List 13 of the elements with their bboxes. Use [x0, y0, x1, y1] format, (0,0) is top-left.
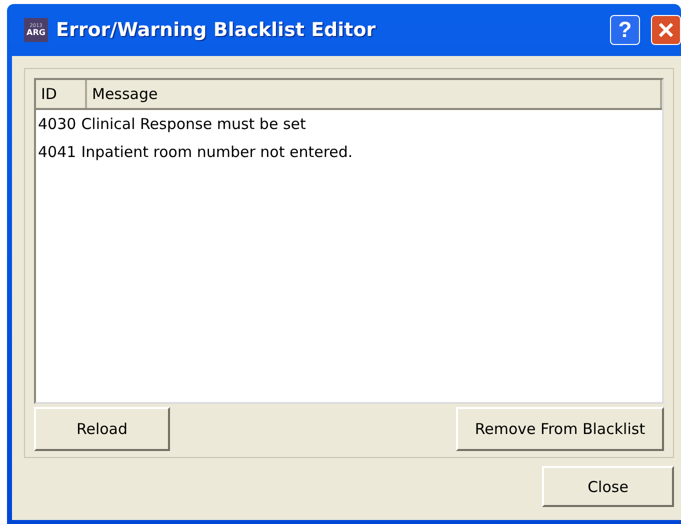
column-header[interactable]: ID [36, 80, 87, 108]
table-cell: 4030 [38, 115, 76, 133]
table-cell: 4041 [38, 143, 76, 161]
close-button[interactable] [651, 15, 681, 45]
column-header[interactable]: Message [87, 80, 662, 108]
help-button[interactable]: ? [610, 15, 640, 45]
reload-button[interactable]: Reload [34, 407, 170, 451]
close-icon [657, 21, 675, 39]
remove-button[interactable]: Remove From Blacklist [456, 407, 664, 451]
table-cell: Inpatient room number not entered. [81, 143, 353, 161]
close-dialog-button[interactable]: Close [542, 466, 674, 507]
window-title: Error/Warning Blacklist Editor [56, 19, 377, 41]
table-cell: Clinical Response must be set [81, 115, 306, 133]
